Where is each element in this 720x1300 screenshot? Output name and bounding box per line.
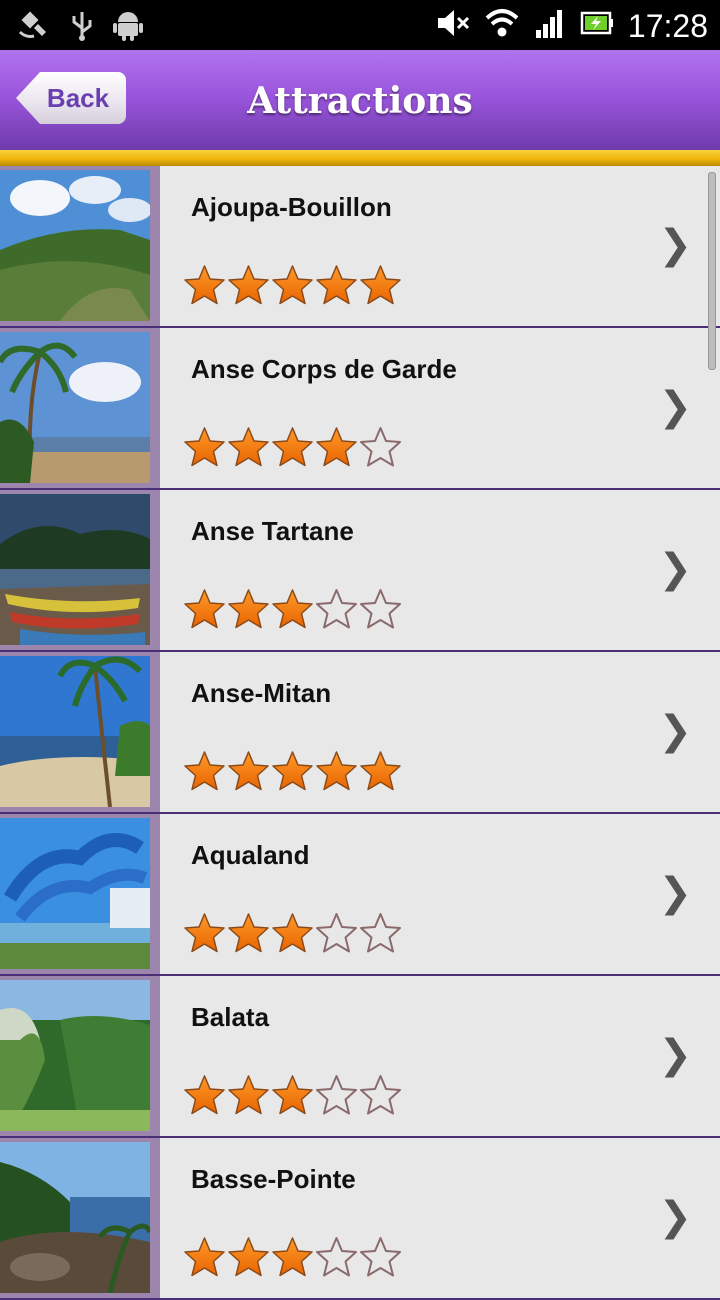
attraction-thumbnail [0, 170, 150, 321]
star-filled-icon [184, 751, 225, 791]
attraction-thumbnail [0, 818, 150, 969]
list-item[interactable]: Balata ❯ [0, 976, 720, 1138]
attractions-list[interactable]: Ajoupa-Bouillon ❯ Anse Corps de Garde ❯ [0, 166, 720, 1300]
rating-stars [183, 750, 402, 792]
thumbnail-frame [0, 814, 160, 974]
mute-icon [436, 6, 470, 45]
list-item[interactable]: Basse-Pointe ❯ [0, 1138, 720, 1300]
attraction-thumbnail [0, 332, 150, 483]
star-filled-icon [272, 751, 313, 791]
attraction-thumbnail [0, 494, 150, 645]
star-filled-icon [184, 265, 225, 305]
attraction-name: Basse-Pointe [191, 1164, 356, 1194]
star-filled-icon [360, 751, 401, 791]
status-bar: 17:28 [0, 0, 720, 50]
star-empty-icon [360, 1075, 401, 1115]
star-filled-icon [272, 589, 313, 629]
list-item[interactable]: Anse Tartane ❯ [0, 490, 720, 652]
attraction-name: Aqualand [191, 840, 310, 870]
star-filled-icon [184, 913, 225, 953]
attraction-thumbnail [0, 656, 150, 807]
rating-stars [183, 588, 402, 630]
star-filled-icon [272, 1237, 313, 1277]
title-underline [0, 150, 720, 166]
list-item[interactable]: Anse Corps de Garde ❯ [0, 328, 720, 490]
star-filled-icon [272, 427, 313, 467]
star-filled-icon [272, 1075, 313, 1115]
star-empty-icon [316, 589, 357, 629]
list-scrollbar[interactable] [708, 172, 716, 370]
star-filled-icon [184, 1075, 225, 1115]
rating-stars [183, 1236, 402, 1278]
star-filled-icon [228, 427, 269, 467]
status-time: 17:28 [627, 7, 708, 44]
attraction-name: Anse-Mitan [191, 678, 332, 708]
thumbnail-frame [0, 328, 160, 488]
thumbnail-frame [0, 490, 160, 650]
list-item[interactable]: Aqualand ❯ [0, 814, 720, 976]
thumbnail-frame [0, 166, 160, 326]
star-filled-icon [272, 265, 313, 305]
attraction-name: Anse Corps de Garde [191, 354, 457, 384]
satellite-icon [16, 8, 52, 47]
attraction-thumbnail [0, 1142, 150, 1293]
status-right-icons: 17:28 [436, 6, 708, 45]
star-empty-icon [360, 913, 401, 953]
chevron-right-icon[interactable]: ❯ [658, 222, 692, 268]
thumbnail-frame [0, 976, 160, 1136]
android-icon [112, 8, 144, 47]
signal-icon [534, 6, 566, 45]
wifi-icon [484, 6, 520, 45]
attraction-name: Balata [191, 1002, 270, 1032]
thumbnail-frame [0, 652, 160, 812]
attraction-thumbnail [0, 980, 150, 1131]
attraction-name: Ajoupa-Bouillon [191, 192, 392, 222]
rating-stars [183, 264, 402, 306]
star-filled-icon [184, 1237, 225, 1277]
star-filled-icon [228, 1237, 269, 1277]
thumbnail-frame [0, 1138, 160, 1298]
rating-stars [183, 912, 402, 954]
list-item[interactable]: Anse-Mitan ❯ [0, 652, 720, 814]
star-filled-icon [184, 589, 225, 629]
star-filled-icon [316, 265, 357, 305]
star-filled-icon [184, 427, 225, 467]
star-filled-icon [360, 265, 401, 305]
battery-icon [580, 6, 614, 45]
status-left-icons [16, 8, 144, 47]
star-filled-icon [316, 427, 357, 467]
star-empty-icon [316, 913, 357, 953]
usb-icon [70, 8, 94, 47]
star-empty-icon [316, 1075, 357, 1115]
rating-stars [183, 426, 402, 468]
chevron-right-icon[interactable]: ❯ [658, 384, 692, 430]
star-empty-icon [316, 1237, 357, 1277]
star-filled-icon [228, 265, 269, 305]
rating-stars [183, 1074, 402, 1116]
star-filled-icon [316, 751, 357, 791]
star-filled-icon [228, 913, 269, 953]
star-empty-icon [360, 427, 401, 467]
chevron-right-icon[interactable]: ❯ [658, 546, 692, 592]
chevron-right-icon[interactable]: ❯ [658, 708, 692, 754]
star-filled-icon [228, 751, 269, 791]
star-filled-icon [228, 1075, 269, 1115]
star-empty-icon [360, 589, 401, 629]
star-empty-icon [360, 1237, 401, 1277]
chevron-right-icon[interactable]: ❯ [658, 1194, 692, 1240]
list-item[interactable]: Ajoupa-Bouillon ❯ [0, 166, 720, 328]
star-filled-icon [228, 589, 269, 629]
chevron-right-icon[interactable]: ❯ [658, 870, 692, 916]
chevron-right-icon[interactable]: ❯ [658, 1032, 692, 1078]
star-filled-icon [272, 913, 313, 953]
attraction-name: Anse Tartane [191, 516, 354, 546]
